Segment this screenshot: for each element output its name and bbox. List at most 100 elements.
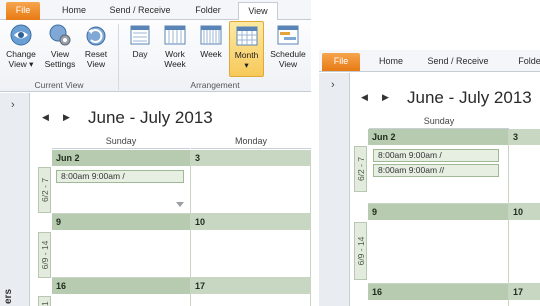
day-header-monday: Monday bbox=[191, 136, 311, 149]
reset-view-label-line2: View bbox=[86, 59, 106, 69]
day-cell[interactable]: 10 bbox=[191, 214, 311, 278]
ribbon-tab-bar: File Home Send / Receive Folder bbox=[319, 50, 540, 72]
navigation-pane-collapsed[interactable]: › bbox=[0, 93, 30, 306]
tab-send-receive[interactable]: Send / Receive bbox=[104, 2, 176, 20]
view-settings-icon bbox=[49, 24, 71, 46]
expand-chevron-icon[interactable]: › bbox=[331, 79, 335, 91]
day-number: 9 bbox=[368, 204, 508, 220]
day-cell[interactable]: 9 bbox=[52, 214, 191, 278]
reset-view-icon bbox=[86, 26, 106, 46]
day-cell[interactable]: 10 bbox=[509, 204, 540, 284]
day-header-sunday: Sunday bbox=[369, 116, 509, 129]
day-view-button[interactable]: Day bbox=[126, 23, 154, 59]
day-cell[interactable]: 16 bbox=[52, 278, 191, 306]
change-view-icon bbox=[10, 24, 32, 46]
week-label[interactable]: 6/9 - 14 bbox=[354, 222, 367, 280]
day-number: 10 bbox=[509, 204, 540, 220]
next-arrow-icon[interactable]: ▶ bbox=[63, 112, 70, 123]
day-number: Jun 2 bbox=[52, 150, 190, 166]
day-cell[interactable]: 17 bbox=[509, 284, 540, 306]
calendar-date-range-title: June - July 2013 bbox=[407, 88, 532, 107]
more-items-arrow-icon[interactable] bbox=[176, 202, 184, 207]
ribbon-tab-bar: File Home Send / Receive Folder View bbox=[0, 0, 311, 21]
day-view-label: Day bbox=[132, 49, 148, 59]
month-view-label: Month bbox=[234, 50, 259, 60]
week-calendar-icon bbox=[200, 25, 222, 45]
tab-folder[interactable]: Folder bbox=[509, 53, 540, 71]
left-outlook-window: File Home Send / Receive Folder View Cha… bbox=[0, 0, 311, 306]
day-number: 16 bbox=[368, 284, 508, 300]
week-label-text: 6/9 - 14 bbox=[355, 236, 366, 266]
group-label-current-view: Current View bbox=[34, 80, 84, 90]
day-number: 17 bbox=[191, 278, 310, 294]
day-number: 9 bbox=[52, 214, 190, 230]
week-label-text: 6/2 - 7 bbox=[39, 177, 50, 203]
reset-view-button[interactable]: Reset View bbox=[80, 23, 112, 69]
tab-home[interactable]: Home bbox=[371, 53, 411, 71]
view-settings-button[interactable]: View Settings bbox=[42, 23, 78, 69]
navigation-pane-collapsed[interactable]: › bbox=[319, 73, 350, 306]
day-calendar-icon bbox=[130, 25, 150, 45]
day-cell[interactable]: 16 bbox=[368, 284, 509, 306]
week-label[interactable]: 6/2 - 7 bbox=[38, 167, 51, 213]
tab-view[interactable]: View bbox=[238, 2, 278, 21]
day-number: 16 bbox=[52, 278, 190, 294]
navigation-pane-side-text: ers bbox=[3, 288, 14, 304]
schedule-view-label-line1: Schedule bbox=[270, 49, 306, 59]
work-week-calendar-icon bbox=[164, 25, 186, 45]
month-view-dropdown-arrow[interactable]: ▾ bbox=[230, 60, 263, 70]
ribbon-view: Change View ▾ View Settings Reset View D… bbox=[0, 20, 311, 92]
day-cell[interactable]: Jun 2 8:00am 9:00am / 8:00am 9:00am // bbox=[368, 129, 509, 204]
panel-divider bbox=[311, 0, 319, 306]
day-cell[interactable]: 3 bbox=[509, 129, 540, 204]
change-view-button[interactable]: Change View ▾ bbox=[2, 23, 40, 69]
tab-file[interactable]: File bbox=[322, 53, 360, 71]
group-label-arrangement: Arrangement bbox=[190, 80, 240, 90]
day-cell[interactable]: 9 bbox=[368, 204, 509, 284]
ribbon-group-separator bbox=[118, 24, 119, 90]
work-week-label-line1: Work bbox=[165, 49, 185, 59]
change-view-label-line1: Change bbox=[6, 49, 36, 59]
previous-arrow-icon[interactable]: ◀ bbox=[361, 92, 368, 103]
calendar-event[interactable]: 8:00am 9:00am // bbox=[373, 164, 499, 177]
day-number: Jun 2 bbox=[368, 129, 508, 145]
next-arrow-icon[interactable]: ▶ bbox=[382, 92, 389, 103]
week-label-text: 6/9 - 14 bbox=[39, 240, 50, 270]
calendar-event[interactable]: 8:00am 9:00am / bbox=[373, 149, 499, 162]
day-number: 3 bbox=[191, 150, 310, 166]
month-calendar-icon bbox=[236, 26, 257, 46]
week-label-text: 6/2 - 7 bbox=[355, 156, 366, 182]
schedule-view-label-line2: View bbox=[278, 59, 298, 69]
week-label[interactable]: 6/9 - 14 bbox=[38, 232, 51, 278]
day-number: 17 bbox=[509, 284, 540, 300]
week-label[interactable]: 6/2 - 7 bbox=[354, 146, 367, 192]
view-settings-label-line1: View bbox=[50, 49, 70, 59]
day-cell[interactable]: Jun 2 8:00am 9:00am / bbox=[52, 150, 191, 214]
tab-home[interactable]: Home bbox=[54, 2, 94, 20]
work-week-view-button[interactable]: Work Week bbox=[158, 23, 192, 69]
week-label[interactable]: 21 bbox=[38, 296, 51, 306]
month-view-button[interactable]: Month ▾ bbox=[229, 21, 264, 77]
work-week-label-line2: Week bbox=[164, 59, 186, 69]
tab-folder[interactable]: Folder bbox=[186, 2, 230, 20]
day-number: 3 bbox=[509, 129, 540, 145]
day-cell[interactable]: 3 bbox=[191, 150, 311, 214]
change-view-label-line2: View ▾ bbox=[8, 59, 34, 69]
day-header-sunday: Sunday bbox=[52, 136, 190, 149]
calendar-event[interactable]: 8:00am 9:00am / bbox=[56, 170, 184, 183]
previous-arrow-icon[interactable]: ◀ bbox=[42, 112, 49, 123]
week-label-text: 21 bbox=[39, 301, 50, 306]
day-cell[interactable]: 17 bbox=[191, 278, 311, 306]
tab-file[interactable]: File bbox=[6, 2, 40, 20]
day-number: 10 bbox=[191, 214, 310, 230]
right-outlook-window: File Home Send / Receive Folder › ◀ ▶ Ju… bbox=[319, 50, 540, 306]
tab-send-receive[interactable]: Send / Receive bbox=[421, 53, 495, 71]
schedule-view-icon bbox=[277, 25, 299, 45]
reset-view-label-line1: Reset bbox=[84, 49, 108, 59]
view-settings-label-line2: Settings bbox=[44, 59, 76, 69]
expand-chevron-icon[interactable]: › bbox=[11, 99, 15, 111]
week-view-label: Week bbox=[200, 49, 222, 59]
schedule-view-button[interactable]: Schedule View bbox=[266, 23, 310, 69]
calendar-date-range-title: June - July 2013 bbox=[88, 108, 213, 127]
week-view-button[interactable]: Week bbox=[196, 23, 226, 59]
